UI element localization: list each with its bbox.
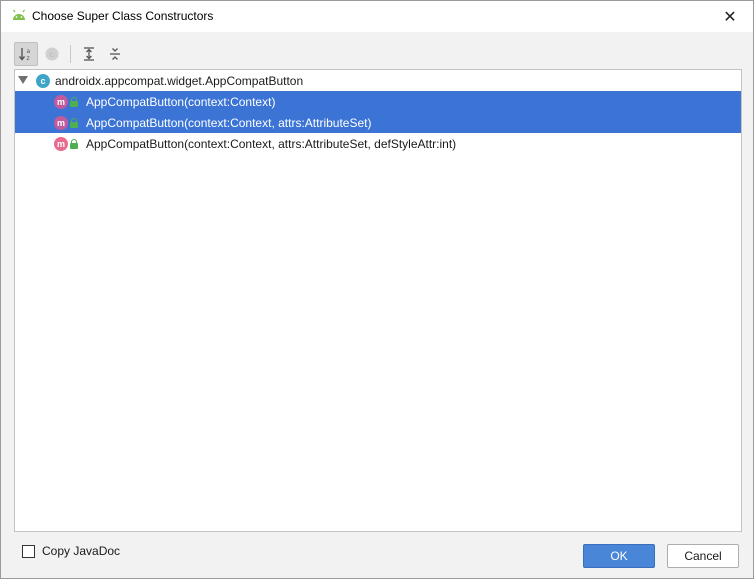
constructor-row[interactable]: m AppCompatButton(context:Context, attrs… xyxy=(15,133,741,154)
svg-text:a: a xyxy=(27,48,31,55)
method-icon: m xyxy=(54,94,68,109)
toolbar: a z c xyxy=(14,41,129,67)
expand-triangle-icon[interactable] xyxy=(18,76,28,84)
public-lock-icon xyxy=(70,117,79,128)
android-icon xyxy=(13,9,25,20)
expand-all-button[interactable] xyxy=(77,42,101,66)
svg-text:c: c xyxy=(49,50,53,59)
sort-alphabetically-button[interactable]: a z xyxy=(14,42,38,66)
dialog-title: Choose Super Class Constructors xyxy=(32,9,214,23)
toolbar-separator xyxy=(70,45,71,63)
show-classes-icon: c xyxy=(45,47,59,61)
ok-button[interactable]: OK xyxy=(583,544,655,568)
tree-root-row[interactable]: c androidx.appcompat.widget.AppCompatBut… xyxy=(15,70,741,91)
copy-javadoc-option[interactable]: Copy JavaDoc xyxy=(22,544,120,558)
copy-javadoc-checkbox[interactable] xyxy=(22,544,35,558)
class-name: androidx.appcompat.widget.AppCompatButto… xyxy=(55,73,304,88)
collapse-all-button[interactable] xyxy=(103,42,127,66)
class-icon: c xyxy=(36,73,50,88)
constructor-row[interactable]: m AppCompatButton(context:Context, attrs… xyxy=(15,112,741,133)
constructor-label: AppCompatButton(context:Context) xyxy=(86,94,276,109)
expand-all-icon xyxy=(84,47,94,61)
method-icon: m xyxy=(54,115,68,130)
sort-alphabetically-icon: a z xyxy=(18,48,31,62)
method-icon: m xyxy=(54,136,68,151)
constructor-label: AppCompatButton(context:Context, attrs:A… xyxy=(86,115,372,130)
title-bar: Choose Super Class Constructors ✕ xyxy=(1,1,753,32)
copy-javadoc-label: Copy JavaDoc xyxy=(42,544,121,558)
collapse-all-icon xyxy=(110,48,120,60)
cancel-button[interactable]: Cancel xyxy=(667,544,739,568)
constructor-row[interactable]: m AppCompatButton(context:Context) xyxy=(15,91,741,112)
svg-text:z: z xyxy=(27,55,30,62)
constructor-tree[interactable]: c androidx.appcompat.widget.AppCompatBut… xyxy=(14,69,742,532)
public-lock-icon xyxy=(70,138,79,149)
public-lock-icon xyxy=(70,96,79,107)
show-classes-button[interactable]: c xyxy=(40,42,64,66)
constructor-label: AppCompatButton(context:Context, attrs:A… xyxy=(86,136,457,151)
dialog-window: Choose Super Class Constructors ✕ a z c xyxy=(0,0,754,579)
close-button[interactable]: ✕ xyxy=(707,1,753,32)
close-icon: ✕ xyxy=(723,8,737,26)
